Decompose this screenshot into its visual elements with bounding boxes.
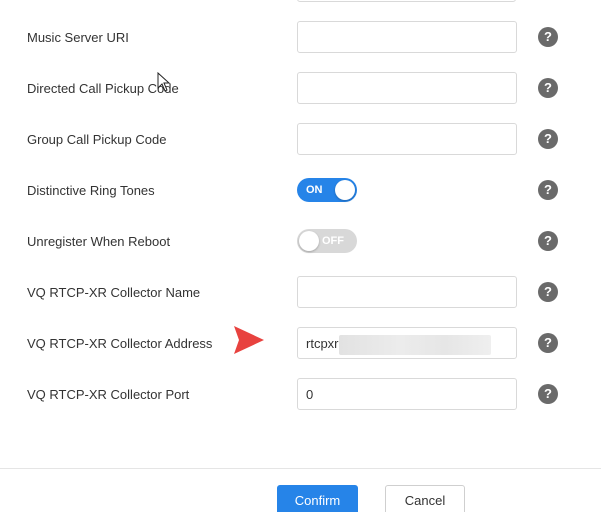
row-unregister-when-reboot: Unregister When Reboot OFF ? bbox=[0, 225, 601, 259]
cancel-button[interactable]: Cancel bbox=[385, 485, 465, 512]
vq-rtcp-xr-collector-port-label: VQ RTCP-XR Collector Port bbox=[27, 387, 190, 402]
distinctive-ring-tones-label: Distinctive Ring Tones bbox=[27, 183, 155, 198]
distinctive-ring-tones-toggle[interactable]: ON bbox=[297, 178, 357, 202]
directed-call-pickup-code-label: Directed Call Pickup Code bbox=[27, 81, 179, 96]
row-directed-call-pickup-code: Directed Call Pickup Code ? bbox=[0, 72, 601, 106]
red-arrow-icon bbox=[234, 326, 264, 354]
question-mark-icon[interactable]: ? bbox=[538, 333, 558, 353]
toggle-state-text: OFF bbox=[322, 235, 344, 247]
row-music-server-uri: Music Server URI ? bbox=[0, 21, 601, 55]
redacted-value-overlay bbox=[339, 335, 491, 355]
unregister-when-reboot-toggle[interactable]: OFF bbox=[297, 229, 357, 253]
toggle-knob bbox=[335, 180, 355, 200]
question-mark-icon[interactable]: ? bbox=[538, 180, 558, 200]
question-mark-icon[interactable]: ? bbox=[538, 129, 558, 149]
music-server-uri-input[interactable] bbox=[297, 21, 517, 53]
group-call-pickup-code-input[interactable] bbox=[297, 123, 517, 155]
row-vq-rtcp-xr-collector-port: VQ RTCP-XR Collector Port ? bbox=[0, 378, 601, 412]
settings-dialog: Music Server URI ? Directed Call Pickup … bbox=[0, 0, 601, 512]
unregister-when-reboot-label: Unregister When Reboot bbox=[27, 234, 171, 249]
toggle-state-text: ON bbox=[306, 184, 323, 196]
group-call-pickup-code-label: Group Call Pickup Code bbox=[27, 132, 167, 147]
question-mark-icon[interactable]: ? bbox=[538, 231, 558, 251]
vq-rtcp-xr-collector-address-label: VQ RTCP-XR Collector Address bbox=[27, 336, 213, 351]
row-vq-rtcp-xr-collector-name: VQ RTCP-XR Collector Name ? bbox=[0, 276, 601, 310]
vq-rtcp-xr-collector-port-input[interactable] bbox=[297, 378, 517, 410]
mouse-pointer-icon bbox=[157, 72, 171, 92]
vq-rtcp-xr-collector-name-input[interactable] bbox=[297, 276, 517, 308]
question-mark-icon[interactable]: ? bbox=[538, 27, 558, 47]
question-mark-icon[interactable]: ? bbox=[538, 282, 558, 302]
row-vq-rtcp-xr-collector-address: VQ RTCP-XR Collector Address ? bbox=[0, 327, 601, 361]
row-distinctive-ring-tones: Distinctive Ring Tones ON ? bbox=[0, 174, 601, 208]
music-server-uri-label: Music Server URI bbox=[27, 30, 129, 45]
row-group-call-pickup-code: Group Call Pickup Code ? bbox=[0, 123, 601, 157]
confirm-button[interactable]: Confirm bbox=[277, 485, 358, 512]
footer-divider bbox=[0, 468, 601, 469]
vq-rtcp-xr-collector-name-label: VQ RTCP-XR Collector Name bbox=[27, 285, 201, 300]
directed-call-pickup-code-input[interactable] bbox=[297, 72, 517, 104]
toggle-knob bbox=[299, 231, 319, 251]
question-mark-icon[interactable]: ? bbox=[538, 384, 558, 404]
previous-field-partial[interactable] bbox=[297, 0, 516, 2]
question-mark-icon[interactable]: ? bbox=[538, 78, 558, 98]
